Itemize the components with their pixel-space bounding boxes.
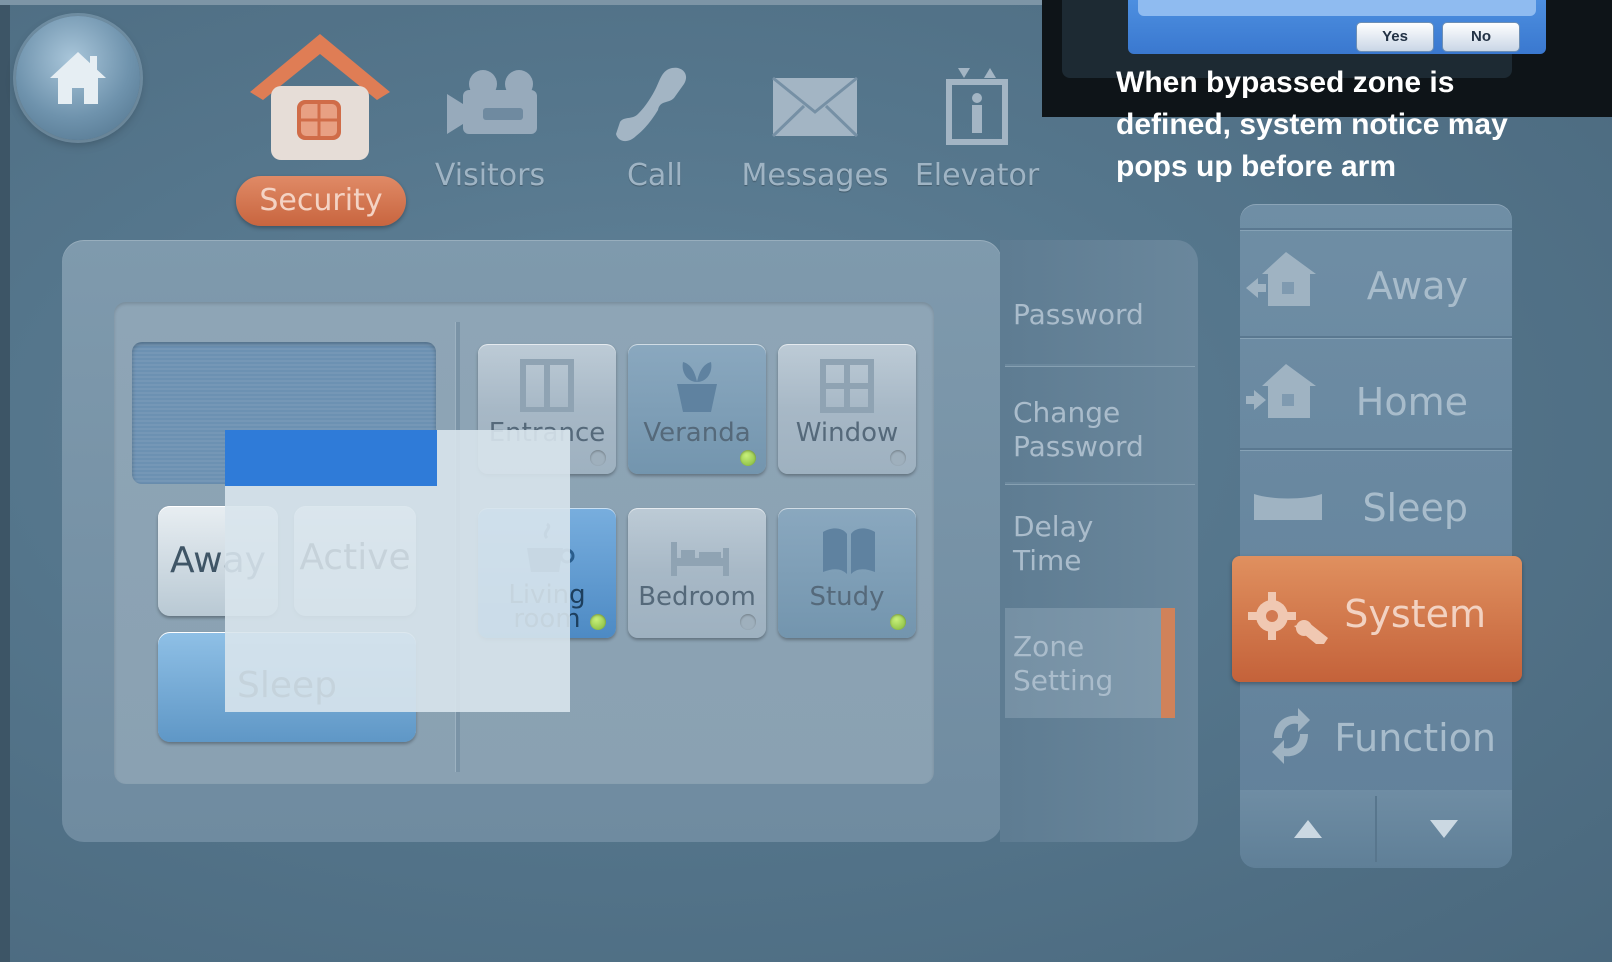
nav-visitors[interactable]: Visitors [415, 60, 565, 220]
menu-delay-time[interactable]: Delay Time [1005, 510, 1175, 600]
zone-label: Window [795, 418, 899, 448]
nav-call[interactable]: Call [580, 60, 730, 220]
nav-elevator[interactable]: Elevator [902, 60, 1052, 220]
menu-separator [1240, 448, 1512, 451]
zone-entrance[interactable]: Entrance [478, 344, 616, 474]
confirm-dialog: Yes No [1128, 0, 1546, 54]
nav-messages[interactable]: Messages [740, 60, 890, 220]
sleep-mode-button[interactable]: Sleep [158, 632, 416, 742]
menu-change-password[interactable]: Change Password [1005, 396, 1175, 480]
house-arrow-left-icon [1246, 252, 1316, 306]
zone-label: Veranda [643, 418, 751, 448]
menu-separator [1240, 336, 1512, 339]
zone-status-led [590, 614, 606, 630]
zone-window[interactable]: Window [778, 344, 916, 474]
delay-time-label-1: Delay [1013, 510, 1094, 543]
zone-label: Entrance [488, 418, 606, 448]
status-display [132, 342, 436, 484]
change-password-label-1: Change [1013, 396, 1121, 429]
scroll-up-button[interactable] [1240, 790, 1376, 868]
menu-away[interactable]: Away [1240, 232, 1512, 336]
menu-system[interactable]: System [1232, 556, 1522, 682]
function-label: Function [1334, 716, 1496, 760]
zone-setting-label-2: Setting [1013, 664, 1114, 697]
dialog-message-area [1138, 0, 1536, 16]
sleep-label: Sleep [1362, 486, 1468, 530]
house-icon [250, 34, 390, 160]
zone-status-led [740, 614, 756, 630]
system-label: System [1344, 592, 1486, 636]
house-arrow-right-icon [1246, 364, 1316, 418]
menu-zone-setting[interactable]: Zone Setting [1005, 608, 1175, 718]
bed-icon [671, 542, 729, 576]
zone-status-led [890, 450, 906, 466]
home-icon [50, 52, 106, 104]
zone-status-led [890, 614, 906, 630]
security-label: Security [259, 183, 383, 218]
menu-separator [1240, 228, 1512, 231]
zone-veranda[interactable]: Veranda [628, 344, 766, 474]
gears-icon [1248, 592, 1328, 644]
zone-label: Study [809, 582, 885, 612]
menu-function[interactable]: Function [1240, 690, 1512, 786]
door-icon [520, 359, 574, 412]
zone-study[interactable]: Study [778, 508, 916, 638]
phone-icon [616, 67, 687, 142]
away-mode-button[interactable]: Away [158, 506, 278, 616]
menu-home[interactable]: Home [1240, 340, 1512, 448]
zone-bedroom[interactable]: Bedroom [628, 508, 766, 638]
nav-security-label[interactable]: Security [236, 176, 406, 226]
elevator-label: Elevator [914, 158, 1040, 193]
zone-living-room[interactable]: Living room [478, 508, 616, 638]
refresh-icon [1272, 708, 1310, 764]
yes-button[interactable]: Yes [1356, 22, 1434, 52]
elevator-icon [946, 68, 1008, 145]
zone-label: Bedroom [638, 582, 756, 612]
plant-icon [677, 362, 717, 412]
camera-icon [447, 70, 537, 134]
window-icon [820, 359, 874, 413]
triangle-down-icon [1430, 820, 1458, 838]
bed-icon [1254, 494, 1322, 520]
nav-security[interactable] [245, 30, 395, 190]
book-icon [823, 528, 875, 574]
no-button[interactable]: No [1442, 22, 1520, 52]
zone-status-led [590, 450, 606, 466]
change-password-label-2: Password [1013, 430, 1144, 463]
password-label: Password [1013, 298, 1144, 331]
panel-divider [455, 322, 460, 772]
menu-separator [1005, 482, 1195, 485]
menu-password[interactable]: Password [1005, 296, 1175, 364]
envelope-icon [771, 76, 859, 138]
notice-caption: When bypassed zone is defined, system no… [1116, 66, 1508, 183]
left-edge [0, 0, 10, 962]
system-notice-overlay: Yes No When bypassed zone is defined, sy… [1042, 0, 1612, 183]
zone-status-led [740, 450, 756, 466]
menu-separator [1005, 364, 1195, 367]
home-button[interactable] [16, 16, 140, 140]
active-mode-button[interactable]: Active [294, 506, 416, 616]
teacup-icon [527, 522, 575, 572]
scroll-arrows [1240, 790, 1512, 868]
call-label: Call [626, 158, 683, 193]
away-label: Away [1366, 264, 1468, 308]
home-label: Home [1355, 380, 1468, 424]
delay-time-label-2: Time [1013, 544, 1082, 577]
visitors-label: Visitors [434, 158, 546, 193]
menu-sleep[interactable]: Sleep [1240, 452, 1512, 554]
triangle-up-icon [1294, 820, 1322, 838]
messages-label: Messages [741, 158, 889, 193]
scroll-down-button[interactable] [1376, 790, 1512, 868]
zone-setting-label-1: Zone [1013, 630, 1085, 663]
